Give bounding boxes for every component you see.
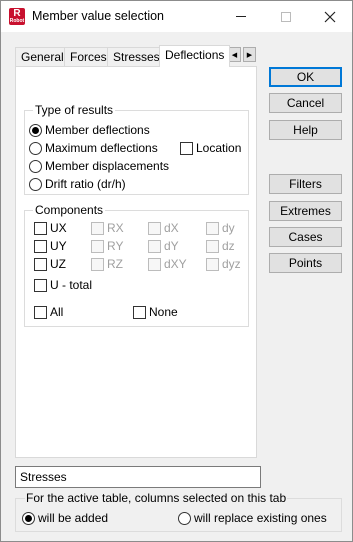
type-of-results-legend: Type of results — [33, 103, 116, 117]
checkbox-label: UY — [50, 239, 67, 253]
checkbox-box — [206, 221, 219, 235]
tab-scroll-right-icon[interactable]: ▶ — [243, 47, 256, 62]
radio-will-replace[interactable]: will replace existing ones — [178, 511, 327, 525]
dialog-window: R Robot Member value selection General F… — [0, 0, 353, 542]
checkbox-box — [180, 141, 193, 155]
radio-label: will be added — [38, 511, 109, 525]
cases-button[interactable]: Cases — [269, 227, 342, 247]
checkbox-ry: RY — [91, 239, 123, 253]
radio-label: Drift ratio (dr/h) — [45, 177, 126, 191]
checkbox-box — [91, 221, 104, 235]
maximize-button — [263, 1, 308, 32]
tab-strip: General Forces Stresses Deflections ◀ ▶ — [15, 45, 259, 67]
filters-button[interactable]: Filters — [269, 174, 342, 194]
checkbox-dy-upper: dY — [148, 239, 179, 253]
type-of-results-group: Type of results Member deflections Maxim… — [24, 103, 249, 195]
checkbox-box — [91, 257, 104, 271]
checkbox-box — [34, 257, 47, 271]
checkbox-box — [34, 278, 47, 292]
checkbox-box — [34, 221, 47, 235]
checkbox-uy[interactable]: UY — [34, 239, 67, 253]
radio-dot — [29, 123, 42, 137]
checkbox-label: dX — [164, 221, 179, 235]
checkbox-box — [148, 257, 161, 271]
components-group: Components UX UY UZ RX RY RZ dX dY dXY d… — [24, 203, 249, 327]
checkbox-box — [206, 257, 219, 271]
minimize-icon — [235, 16, 246, 17]
checkbox-label: RY — [107, 239, 124, 253]
app-icon: R Robot — [9, 8, 25, 25]
radio-label: will replace existing ones — [194, 511, 327, 525]
radio-label: Member displacements — [45, 159, 170, 173]
radio-dot — [22, 511, 35, 525]
checkbox-box — [206, 239, 219, 253]
checkbox-label: UZ — [50, 257, 66, 271]
radio-dot — [29, 177, 42, 191]
maximize-icon — [280, 11, 291, 22]
radio-member-deflections[interactable]: Member deflections — [29, 123, 150, 137]
checkbox-label: dyz — [222, 257, 241, 271]
radio-dot — [29, 141, 42, 155]
help-button[interactable]: Help — [269, 120, 342, 140]
tab-general[interactable]: General — [15, 47, 70, 67]
checkbox-uz[interactable]: UZ — [34, 257, 66, 271]
radio-maximum-deflections[interactable]: Maximum deflections — [29, 141, 158, 155]
checkbox-box — [148, 221, 161, 235]
checkbox-label: dy — [222, 221, 235, 235]
checkbox-box — [91, 239, 104, 253]
extremes-button[interactable]: Extremes — [269, 201, 342, 221]
checkbox-label: dz — [222, 239, 235, 253]
radio-drift-ratio[interactable]: Drift ratio (dr/h) — [29, 177, 126, 191]
radio-label: Maximum deflections — [45, 141, 158, 155]
checkbox-none[interactable]: None — [133, 305, 178, 319]
checkbox-box — [148, 239, 161, 253]
checkbox-box — [34, 239, 47, 253]
deflections-tab-panel: Type of results Member deflections Maxim… — [15, 66, 257, 458]
radio-dot — [29, 159, 42, 173]
checkbox-label: RX — [107, 221, 124, 235]
components-legend: Components — [33, 203, 106, 217]
radio-label: Member deflections — [45, 123, 150, 137]
checkbox-box — [34, 305, 47, 319]
close-icon — [324, 11, 335, 22]
app-icon-sub: Robot — [9, 18, 25, 24]
checkbox-label: All — [50, 305, 64, 319]
checkbox-u-total[interactable]: U - total — [34, 278, 92, 292]
minimize-button[interactable] — [218, 1, 263, 32]
close-button[interactable] — [307, 1, 352, 32]
checkbox-rx: RX — [91, 221, 124, 235]
radio-dot — [178, 511, 191, 525]
window-title: Member value selection — [32, 9, 165, 23]
checkbox-label: Location — [196, 141, 242, 155]
ok-button[interactable]: OK — [269, 67, 342, 87]
checkbox-label: RZ — [107, 257, 123, 271]
checkbox-ux[interactable]: UX — [34, 221, 67, 235]
tab-stresses[interactable]: Stresses — [107, 47, 166, 67]
checkbox-label: None — [149, 305, 178, 319]
location-checkbox[interactable]: Location — [180, 141, 241, 155]
tab-forces[interactable]: Forces — [64, 47, 113, 67]
radio-will-be-added[interactable]: will be added — [22, 511, 108, 525]
cancel-button[interactable]: Cancel — [269, 93, 342, 113]
checkbox-label: dY — [164, 239, 179, 253]
checkbox-dx: dX — [148, 221, 179, 235]
checkbox-label: UX — [50, 221, 67, 235]
tab-deflections[interactable]: Deflections — [159, 45, 231, 67]
checkbox-dxy: dXY — [148, 257, 187, 271]
checkbox-label: U - total — [50, 278, 93, 292]
table-name-field[interactable]: Stresses — [15, 466, 261, 488]
checkbox-all[interactable]: All — [34, 305, 63, 319]
checkbox-dy: dy — [206, 221, 235, 235]
radio-member-displacements[interactable]: Member displacements — [29, 159, 169, 173]
checkbox-dyz: dyz — [206, 257, 241, 271]
checkbox-dz: dz — [206, 239, 235, 253]
checkbox-box — [133, 305, 146, 319]
points-button[interactable]: Points — [269, 253, 342, 273]
checkbox-label: dXY — [164, 257, 187, 271]
columns-mode-legend: For the active table, columns selected o… — [25, 491, 288, 505]
checkbox-rz: RZ — [91, 257, 123, 271]
title-bar[interactable]: R Robot Member value selection — [1, 1, 352, 32]
